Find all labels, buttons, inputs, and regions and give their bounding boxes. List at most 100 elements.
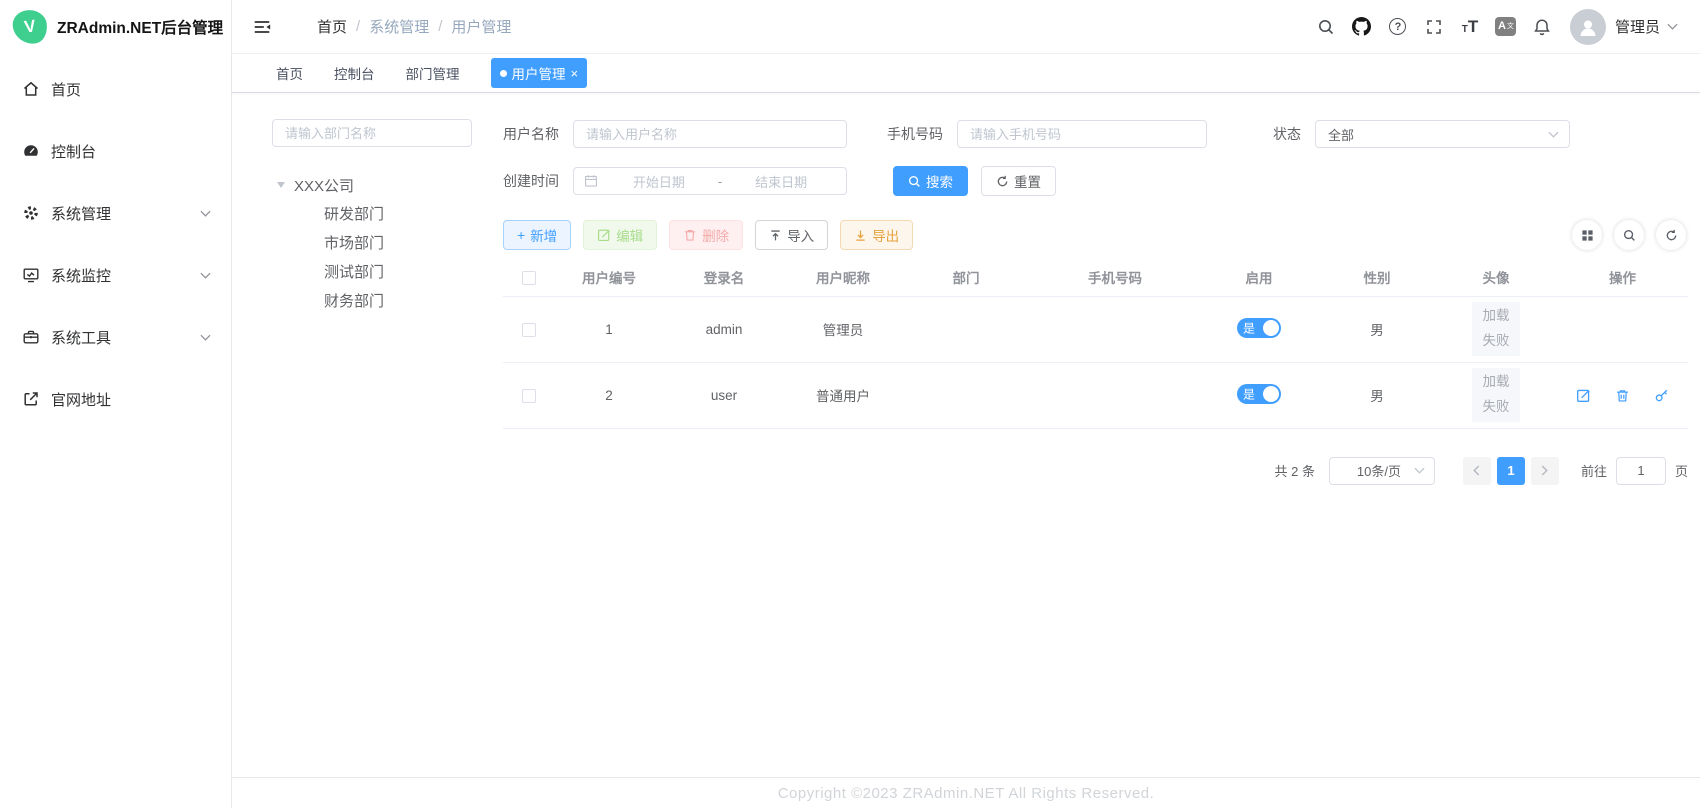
edit-icon	[597, 228, 611, 242]
add-button[interactable]: + 新增	[503, 220, 571, 250]
col-gender: 性别	[1319, 259, 1435, 296]
page-size-value: 10条/页	[1344, 461, 1414, 480]
avatar	[1570, 9, 1606, 45]
tree-node-root[interactable]: XXX公司	[272, 171, 472, 199]
tree-node-dev[interactable]: 研发部门	[272, 199, 472, 228]
sidebar-item-home[interactable]: 首页	[0, 58, 231, 120]
app-title: ZRAdmin.NET后台管理	[57, 16, 223, 38]
table-row: 2 user 普通用户 是 男	[503, 362, 1688, 428]
tree-node-test[interactable]: 测试部门	[272, 257, 472, 286]
refresh-icon	[996, 175, 1009, 188]
row-checkbox[interactable]	[522, 389, 536, 403]
row-actions	[1557, 388, 1688, 403]
sidebar-item-system-monitor[interactable]: 系统监控	[0, 244, 231, 306]
goto-label: 前往	[1581, 461, 1607, 480]
plus-icon: +	[517, 228, 525, 242]
tab-home[interactable]: 首页	[276, 63, 303, 83]
status-label: 状态	[1273, 124, 1301, 144]
close-icon[interactable]: ×	[571, 66, 579, 81]
delete-button[interactable]: 删除	[669, 220, 743, 250]
logo-bar[interactable]: V ZRAdmin.NET后台管理	[0, 0, 231, 54]
sidebar-item-label: 控制台	[51, 141, 96, 162]
username-input[interactable]	[573, 120, 847, 148]
page-size-select[interactable]: 10条/页	[1329, 457, 1435, 485]
col-dept: 部门	[901, 259, 1031, 296]
phone-label: 手机号码	[887, 124, 957, 144]
tab-console[interactable]: 控制台	[334, 63, 375, 83]
row-reset-password-icon[interactable]	[1654, 388, 1669, 403]
goto-page: 前往 页	[1581, 457, 1688, 485]
username-label: 用户名称	[503, 124, 573, 144]
table-toolbar: + 新增 编辑 删除	[503, 220, 1688, 250]
column-settings-icon[interactable]	[1572, 220, 1602, 250]
select-all-checkbox[interactable]	[522, 271, 536, 285]
sidebar-item-console[interactable]: 控制台	[0, 120, 231, 182]
calendar-icon	[584, 174, 598, 188]
external-link-icon	[22, 390, 40, 408]
chevron-down-icon	[1548, 131, 1559, 138]
sidebar-collapse-icon[interactable]	[252, 17, 272, 37]
sidebar-item-label: 系统管理	[51, 203, 111, 224]
sidebar-item-website[interactable]: 官网地址	[0, 368, 231, 430]
github-icon[interactable]	[1344, 9, 1380, 45]
date-range-picker[interactable]: 开始日期 - 结束日期	[573, 167, 847, 195]
app-logo: V	[11, 8, 49, 46]
copyright-text: Copyright ©2023 ZRAdmin.NET All Rights R…	[778, 785, 1155, 802]
enabled-toggle[interactable]: 是	[1237, 318, 1281, 338]
dept-search-input[interactable]	[272, 119, 472, 147]
tree-node-finance[interactable]: 财务部门	[272, 286, 472, 315]
main-column: 首页 / 系统管理 / 用户管理 ? T	[232, 0, 1700, 808]
prev-page-button[interactable]	[1463, 457, 1491, 485]
goto-page-input[interactable]	[1616, 457, 1666, 485]
search-icon[interactable]	[1308, 9, 1344, 45]
breadcrumb: 首页 / 系统管理 / 用户管理	[317, 16, 511, 37]
bell-icon[interactable]	[1524, 9, 1560, 45]
cell-login: user	[663, 362, 785, 428]
reset-button[interactable]: 重置	[981, 166, 1056, 196]
col-user-id: 用户编号	[555, 259, 663, 296]
tab-dept[interactable]: 部门管理	[406, 63, 460, 83]
export-button-label: 导出	[872, 225, 899, 245]
tab-user-active[interactable]: 用户管理 ×	[491, 58, 588, 88]
current-page-button[interactable]: 1	[1497, 457, 1525, 485]
search-button[interactable]: 搜索	[893, 166, 968, 196]
col-nickname: 用户昵称	[785, 259, 901, 296]
edit-button[interactable]: 编辑	[583, 220, 657, 250]
help-icon[interactable]: ?	[1380, 9, 1416, 45]
translate-icon[interactable]: A文	[1488, 9, 1524, 45]
tree-node-market[interactable]: 市场部门	[272, 228, 472, 257]
enabled-toggle[interactable]: 是	[1237, 384, 1281, 404]
font-size-icon[interactable]: TT	[1452, 9, 1488, 45]
person-icon	[1576, 15, 1600, 39]
import-button[interactable]: 导入	[755, 220, 828, 250]
col-avatar: 头像	[1435, 259, 1557, 296]
phone-input[interactable]	[957, 120, 1207, 148]
breadcrumb-system[interactable]: 系统管理	[369, 16, 429, 37]
cell-nickname: 普通用户	[785, 362, 901, 428]
export-button[interactable]: 导出	[840, 220, 913, 250]
sidebar-item-system-admin[interactable]: 系统管理	[0, 182, 231, 244]
caret-down-icon[interactable]	[277, 182, 285, 188]
cell-phone	[1031, 362, 1199, 428]
page-content: XXX公司 研发部门 市场部门 测试部门 财务部门 用户名称 手机号码 状态	[232, 93, 1700, 777]
pager: 1	[1463, 457, 1559, 485]
breadcrumb-home[interactable]: 首页	[317, 16, 347, 37]
show-search-icon[interactable]	[1614, 220, 1644, 250]
import-button-label: 导入	[787, 225, 814, 245]
chevron-down-icon	[200, 210, 211, 217]
sidebar-menu: 首页 控制台 系统管理 系统监控 系统工具	[0, 54, 231, 430]
sidebar-item-system-tools[interactable]: 系统工具	[0, 306, 231, 368]
filter-row-2: 创建时间 开始日期 - 结束日期 搜索	[503, 166, 1688, 196]
next-page-button[interactable]	[1531, 457, 1559, 485]
cell-dept	[901, 296, 1031, 362]
refresh-table-icon[interactable]	[1656, 220, 1686, 250]
row-edit-icon[interactable]	[1576, 388, 1591, 403]
active-dot-icon	[500, 70, 507, 77]
fullscreen-icon[interactable]	[1416, 9, 1452, 45]
cell-user-id: 1	[555, 296, 663, 362]
home-icon	[22, 80, 40, 98]
user-menu[interactable]: 管理员	[1570, 9, 1678, 45]
row-delete-icon[interactable]	[1615, 388, 1630, 403]
row-checkbox[interactable]	[522, 323, 536, 337]
status-select[interactable]: 全部	[1315, 120, 1570, 148]
